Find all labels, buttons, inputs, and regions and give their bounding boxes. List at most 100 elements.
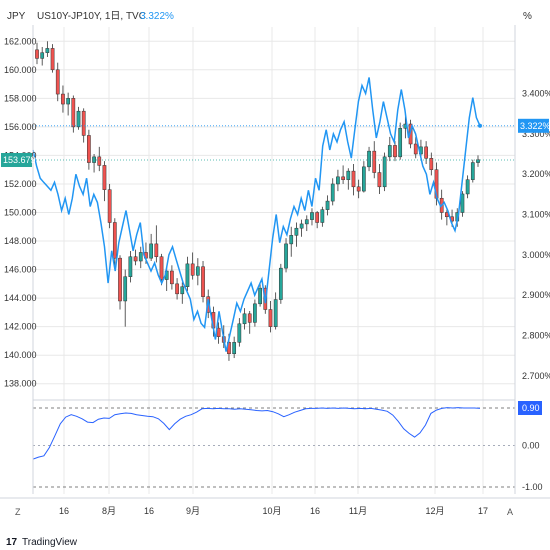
time-tick-label: 16 (144, 506, 154, 516)
candle-body (398, 128, 403, 158)
candle-body (268, 309, 273, 327)
candle-body (304, 219, 309, 225)
auto-scale-button[interactable]: A (507, 507, 513, 517)
price-badge-text: 153.679 (3, 155, 36, 165)
candle-body (154, 243, 159, 257)
candle-body (55, 69, 60, 95)
time-tick-label: 16 (310, 506, 320, 516)
candle-body (71, 98, 76, 128)
candle-body (201, 266, 205, 297)
candle-body (278, 267, 283, 300)
candle-body (294, 227, 299, 236)
corr-tick-label: -1.00 (522, 482, 543, 492)
price-tick-label: 138.000 (4, 379, 37, 389)
candle-body (118, 257, 122, 302)
price-tick-label: 156.000 (4, 122, 37, 132)
candle-body (346, 170, 351, 180)
right-unit-label: % (523, 11, 532, 22)
candle-body (180, 286, 185, 295)
candle-body (170, 270, 174, 285)
spread-tick-label: 2.700% (522, 371, 550, 381)
candle-body (175, 283, 179, 295)
time-tick-label: 10月 (262, 506, 281, 516)
price-tick-label: 150.000 (4, 208, 37, 218)
candle-body (372, 150, 377, 173)
candle-body (465, 179, 470, 195)
time-tick-label: 12月 (425, 506, 444, 516)
candle-body (159, 256, 164, 280)
tv-logo-text: TradingView (22, 537, 78, 548)
candle-body (273, 299, 278, 327)
price-tick-label: 142.000 (4, 322, 37, 332)
candle-body (97, 156, 102, 166)
candle-body (470, 162, 475, 180)
time-tick-label: 9月 (186, 506, 200, 516)
candle-body (289, 235, 294, 245)
spread-badge-text: 3.322% (520, 121, 550, 131)
candle-body (232, 342, 237, 355)
candle-body (315, 212, 320, 223)
candle-body (393, 145, 397, 158)
candle-body (92, 156, 96, 163)
candle-body (185, 263, 190, 287)
price-tick-label: 162.000 (4, 36, 37, 46)
candle-body (377, 172, 382, 188)
symbol-value: 3.322% (140, 11, 174, 22)
price-tick-label: 160.000 (4, 65, 37, 75)
candle-body (310, 212, 314, 220)
corr-series-line (32, 407, 481, 460)
candle-body (61, 93, 65, 105)
spread-tick-label: 3.200% (522, 169, 550, 179)
candle-body (242, 313, 247, 325)
spread-tick-label: 3.400% (522, 89, 550, 99)
candle-body (336, 176, 340, 185)
symbol-line[interactable]: US10Y-JP10Y, 1日, TVC (37, 11, 146, 22)
candle-body (413, 143, 418, 155)
candle-body (133, 256, 138, 262)
candle-body (258, 287, 262, 305)
candle-body (237, 323, 242, 343)
candle-body (35, 49, 39, 59)
tradingview-logo[interactable]: 17 TradingView (6, 537, 78, 548)
chart-canvas: 162.000160.000158.000156.000154.000152.0… (0, 11, 550, 548)
candle-body (382, 156, 387, 188)
time-tick-label: 17 (478, 506, 488, 516)
candle-body (320, 209, 325, 223)
candle-body (299, 223, 304, 229)
candle-body (102, 165, 107, 190)
candle-body (45, 48, 50, 53)
candle-body (325, 200, 330, 210)
candle-body (195, 266, 200, 276)
candle-body (284, 243, 288, 269)
candle-body (460, 193, 465, 213)
price-tick-label: 144.000 (4, 293, 37, 303)
candle-body (424, 146, 428, 159)
candle-body (216, 327, 221, 337)
candle-body (87, 135, 91, 163)
price-candles (33, 41, 515, 361)
candle-body (50, 48, 55, 71)
spread-tick-label: 2.900% (522, 290, 550, 300)
zoom-button[interactable]: Z (15, 507, 21, 517)
candle-body (76, 110, 81, 128)
correlation-pane (32, 407, 515, 488)
tv-logo-icon: 17 (6, 537, 18, 548)
candle-body (387, 145, 392, 158)
candle-body (128, 256, 133, 277)
candle-body (330, 183, 335, 202)
price-tick-label: 152.000 (4, 179, 37, 189)
candle-body (81, 110, 86, 136)
candle-body (190, 263, 195, 276)
corr-badge-text: 0.90 (522, 403, 540, 413)
candle-body (253, 303, 257, 323)
candle-body (362, 166, 366, 192)
corr-tick-label: 0.00 (522, 440, 540, 450)
spread-tick-label: 3.100% (522, 210, 550, 220)
candle-body (107, 189, 112, 223)
candle-body (351, 170, 356, 188)
price-tick-label: 148.000 (4, 236, 37, 246)
spread-tick-label: 3.000% (522, 250, 550, 260)
candle-body (341, 176, 345, 180)
left-unit-label: JPY (7, 11, 26, 22)
candle-body (247, 313, 252, 323)
